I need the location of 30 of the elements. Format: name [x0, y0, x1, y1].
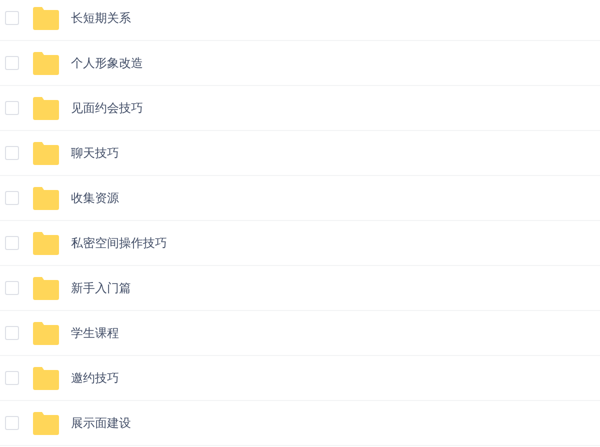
- checkbox[interactable]: [5, 11, 19, 25]
- folder-name[interactable]: 学生课程: [71, 324, 119, 342]
- folder-name[interactable]: 见面约会技巧: [71, 100, 143, 116]
- folder-icon: [32, 322, 59, 344]
- folder-icon: [32, 412, 59, 434]
- folder-icon: [32, 276, 59, 300]
- folder-icon: [32, 232, 59, 254]
- checkbox[interactable]: [5, 416, 19, 430]
- folder-name[interactable]: 展示面建设: [71, 414, 131, 432]
- checkbox[interactable]: [5, 281, 19, 295]
- folder-icon: [32, 96, 59, 120]
- folder-name[interactable]: 聊天技巧: [71, 144, 119, 162]
- checkbox[interactable]: [5, 326, 19, 340]
- checkbox[interactable]: [5, 236, 19, 250]
- folder-icon: [32, 142, 59, 164]
- folder-icon: [32, 6, 59, 30]
- checkbox[interactable]: [5, 56, 19, 70]
- folder-name[interactable]: 个人形象改造: [71, 54, 143, 72]
- checkbox[interactable]: [5, 371, 19, 385]
- checkbox[interactable]: [5, 101, 19, 115]
- folder-name[interactable]: 私密空间操作技巧: [71, 234, 167, 252]
- checkbox[interactable]: [5, 191, 19, 205]
- folder-icon: [32, 186, 59, 210]
- folder-name[interactable]: 长短期关系: [71, 10, 131, 26]
- checkbox[interactable]: [5, 146, 19, 160]
- folder-icon: [32, 366, 59, 390]
- folder-name[interactable]: 邀约技巧: [71, 370, 119, 386]
- folder-icon: [32, 52, 59, 74]
- folder-name[interactable]: 新手入门篇: [71, 280, 131, 296]
- folder-name[interactable]: 收集资源: [71, 190, 119, 206]
